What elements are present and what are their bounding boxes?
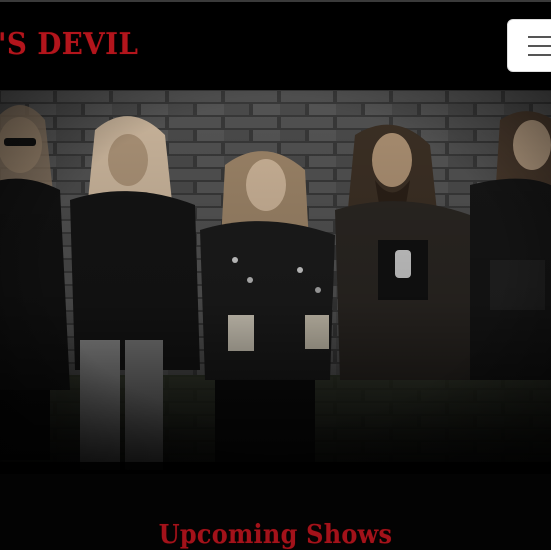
site-header: 'S DEVIL <box>0 2 551 90</box>
page: 'S DEVIL Upcoming Shows <box>0 0 551 550</box>
menu-toggle-button[interactable] <box>507 19 551 72</box>
site-logo-text[interactable]: 'S DEVIL <box>0 28 138 62</box>
hamburger-menu-icon <box>528 34 551 58</box>
upcoming-shows-heading: Upcoming Shows <box>158 519 393 550</box>
hero-band-photo <box>0 90 551 474</box>
